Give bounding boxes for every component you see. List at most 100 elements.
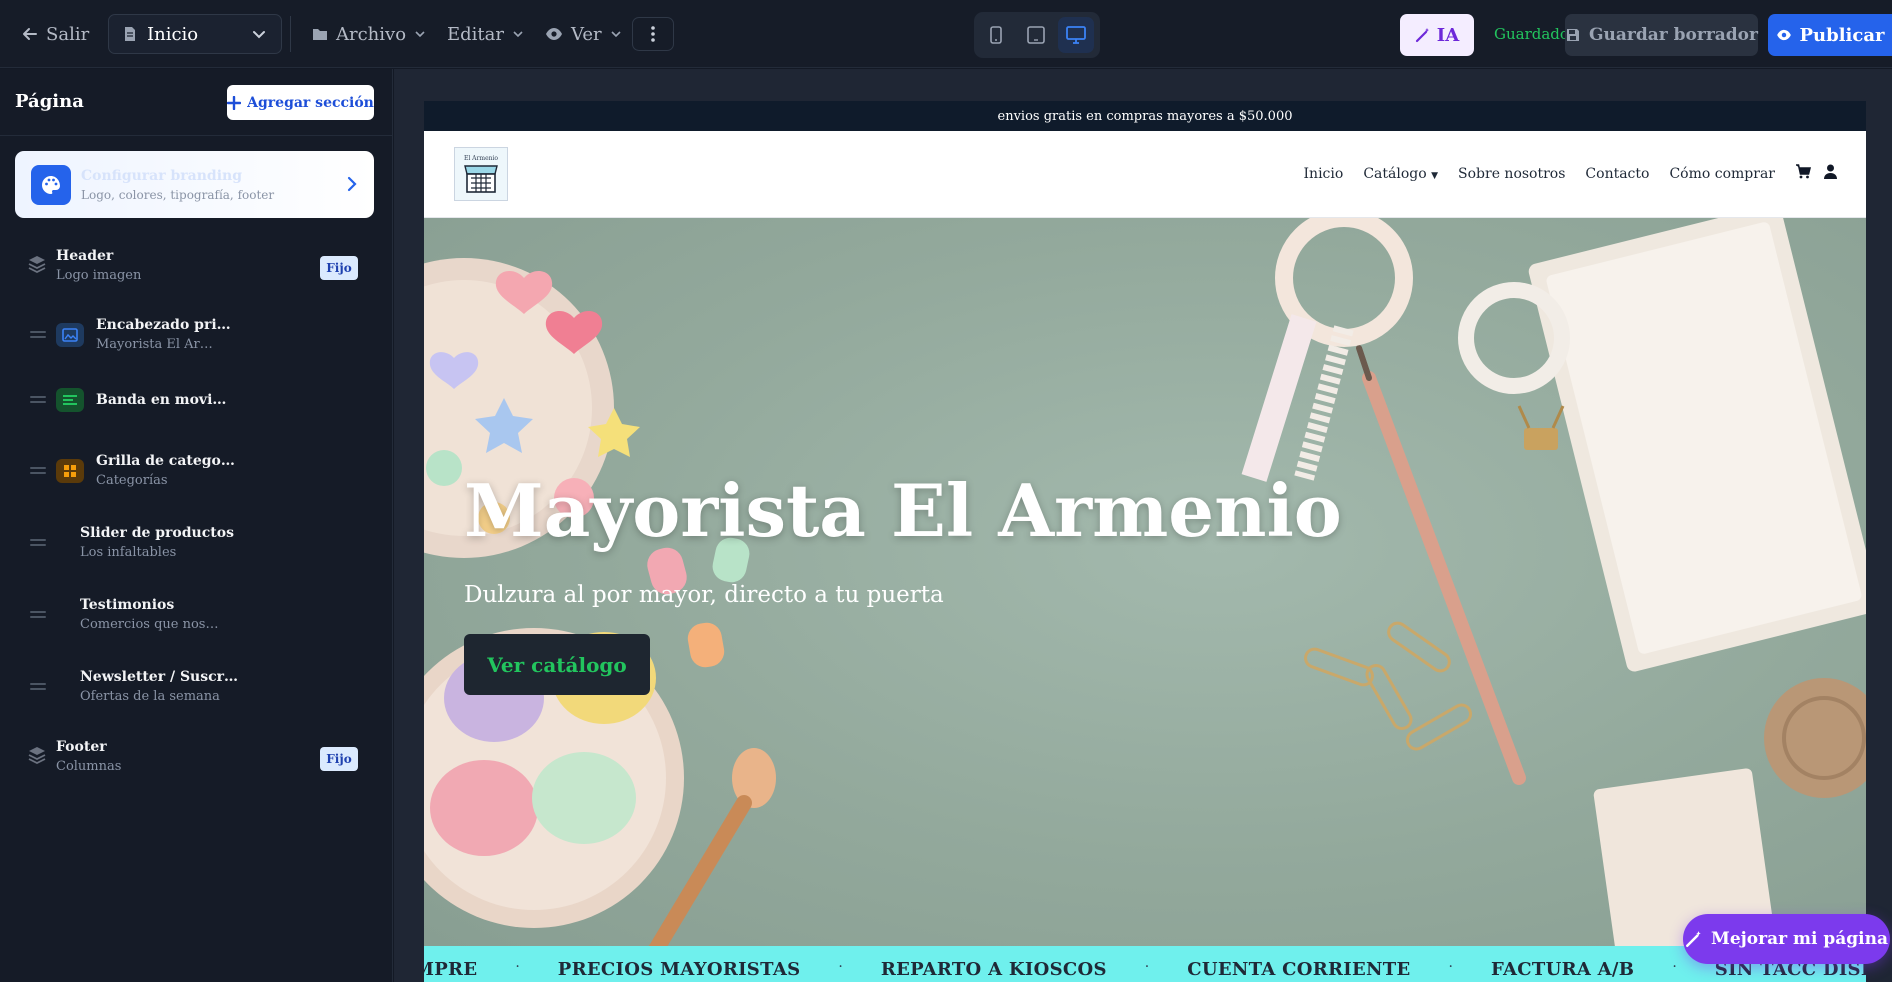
marquee-band: MPRE · PRECIOS MAYORISTAS · REPARTO A KI… bbox=[424, 946, 1866, 982]
hero-title: Mayorista El Armenio bbox=[464, 468, 1342, 553]
desktop-icon bbox=[1066, 26, 1086, 44]
marquee-track: MPRE · PRECIOS MAYORISTAS · REPARTO A KI… bbox=[424, 959, 1866, 982]
tablet-icon bbox=[1027, 26, 1045, 44]
file-icon bbox=[125, 27, 135, 41]
section-title: Grilla de catego… bbox=[96, 453, 235, 469]
user-icon[interactable] bbox=[1823, 164, 1838, 183]
add-section-button[interactable]: Agregar sección bbox=[227, 85, 374, 120]
menu-ver-label: Ver bbox=[571, 23, 602, 45]
save-draft-button[interactable]: Guardar borrador bbox=[1565, 14, 1758, 56]
device-tablet-button[interactable] bbox=[1018, 17, 1054, 53]
preview-canvas: envios gratis en compras mayores a $50.0… bbox=[394, 69, 1892, 982]
marquee-separator: · bbox=[1448, 959, 1453, 975]
more-vertical-icon bbox=[651, 26, 655, 42]
chevron-right-icon bbox=[347, 176, 357, 192]
mobile-icon bbox=[990, 26, 1002, 44]
page-select-value: Inicio bbox=[147, 23, 199, 45]
nav-catalogo-label: Catálogo bbox=[1363, 165, 1427, 182]
chevron-down-icon bbox=[513, 31, 523, 38]
section-subtitle: Comercios que nos… bbox=[80, 617, 219, 632]
marquee-separator: · bbox=[838, 959, 843, 975]
marquee-item: FACTURA A/B bbox=[1490, 959, 1635, 980]
cart-icon[interactable] bbox=[1795, 164, 1812, 183]
section-title: Testimonios bbox=[80, 597, 175, 613]
menu-ver[interactable]: Ver bbox=[545, 14, 622, 54]
marquee-separator: · bbox=[515, 959, 520, 975]
section-footer[interactable]: Footer Columnas Fijo bbox=[0, 727, 393, 787]
nav-como-comprar[interactable]: Cómo comprar bbox=[1669, 166, 1775, 182]
toolbar-divider bbox=[290, 16, 291, 52]
exit-button[interactable]: Salir bbox=[22, 14, 89, 54]
chevron-down-icon bbox=[253, 31, 265, 39]
layers-icon bbox=[28, 747, 46, 765]
branding-subtitle: Logo, colores, tipografía, footer bbox=[81, 187, 275, 202]
site-preview: envios gratis en compras mayores a $50.0… bbox=[424, 101, 1866, 982]
device-mobile-button[interactable] bbox=[978, 17, 1014, 53]
marquee-item: REPARTO A KIOSCOS bbox=[880, 959, 1107, 980]
nav-catalogo[interactable]: Catálogo ▼ bbox=[1363, 166, 1438, 182]
save-icon bbox=[1567, 29, 1580, 41]
menu-editar[interactable]: Editar bbox=[447, 14, 524, 54]
page-select[interactable]: Inicio bbox=[108, 14, 282, 54]
menu-archivo[interactable]: Archivo bbox=[312, 14, 426, 54]
section-header[interactable]: Header Logo imagen Fijo bbox=[0, 236, 393, 296]
arrow-left-icon bbox=[23, 28, 37, 40]
marquee-separator: · bbox=[1144, 959, 1150, 975]
device-desktop-button[interactable] bbox=[1058, 17, 1094, 53]
eye-icon bbox=[546, 28, 562, 40]
section-product-slider[interactable]: Slider de productos Los infaltables bbox=[0, 513, 393, 573]
site-header: El Armenio Inicio Catálogo ▼ Sobre nosot… bbox=[424, 131, 1866, 218]
section-title: Footer bbox=[56, 739, 107, 755]
nav-sobre-nosotros[interactable]: Sobre nosotros bbox=[1458, 166, 1565, 182]
magic-wand-icon bbox=[1415, 28, 1429, 43]
fixed-badge: Fijo bbox=[320, 747, 358, 771]
magic-wand-icon bbox=[1686, 931, 1701, 947]
section-title: Slider de productos bbox=[80, 525, 234, 541]
publish-button[interactable]: Publicar bbox=[1768, 14, 1892, 56]
sections-sidebar: Página Agregar sección Configurar brandi… bbox=[0, 69, 393, 982]
layers-icon bbox=[28, 256, 46, 274]
section-title: Header bbox=[56, 248, 114, 264]
hero-banner: Mayorista El Armenio Dulzura al por mayo… bbox=[424, 218, 1866, 946]
publish-label: Publicar bbox=[1799, 24, 1885, 46]
site-logo[interactable]: El Armenio bbox=[454, 147, 508, 201]
branding-title: Configurar branding bbox=[81, 167, 242, 184]
drag-handle-icon[interactable] bbox=[30, 467, 46, 477]
section-title: Banda en movi… bbox=[96, 392, 227, 408]
nav-contacto[interactable]: Contacto bbox=[1585, 166, 1649, 182]
chevron-down-icon bbox=[415, 31, 425, 38]
chevron-down-icon bbox=[611, 31, 621, 38]
section-subtitle: Mayorista El Ar… bbox=[96, 337, 213, 352]
branding-card[interactable]: Configurar branding Logo, colores, tipog… bbox=[15, 151, 374, 218]
fixed-badge: Fijo bbox=[320, 256, 358, 280]
folder-icon bbox=[313, 29, 327, 40]
section-category-grid[interactable]: Grilla de catego… Categorías bbox=[0, 441, 393, 501]
menu-editar-label: Editar bbox=[447, 23, 504, 45]
drag-handle-icon[interactable] bbox=[30, 539, 46, 549]
section-newsletter[interactable]: Newsletter / Suscr… Ofertas de la semana bbox=[0, 657, 393, 717]
palette-icon bbox=[31, 164, 71, 205]
ia-button[interactable]: IA bbox=[1400, 14, 1474, 56]
nav-inicio[interactable]: Inicio bbox=[1304, 166, 1344, 182]
more-options-button[interactable] bbox=[632, 17, 674, 51]
shop-icon bbox=[464, 164, 498, 193]
section-subtitle: Ofertas de la semana bbox=[80, 689, 220, 704]
drag-handle-icon[interactable] bbox=[30, 396, 46, 406]
ia-label: IA bbox=[1436, 24, 1460, 46]
site-nav: Inicio Catálogo ▼ Sobre nosotros Contact… bbox=[1304, 164, 1838, 183]
hero-cta-button[interactable]: Ver catálogo bbox=[464, 634, 650, 695]
image-icon bbox=[56, 323, 84, 347]
drag-handle-icon[interactable] bbox=[30, 611, 46, 621]
improve-page-button[interactable]: Mejorar mi página bbox=[1683, 914, 1890, 964]
grid-icon bbox=[56, 459, 84, 483]
marquee-item: PRECIOS MAYORISTAS bbox=[557, 959, 801, 980]
hero-subtitle: Dulzura al por mayor, directo a tu puert… bbox=[464, 582, 944, 608]
section-title: Newsletter / Suscr… bbox=[80, 669, 239, 685]
section-hero[interactable]: Encabezado pri… Mayorista El Ar… bbox=[0, 305, 393, 365]
drag-handle-icon[interactable] bbox=[30, 331, 46, 341]
drag-handle-icon[interactable] bbox=[30, 683, 46, 693]
section-marquee[interactable]: Banda en movi… bbox=[0, 370, 393, 430]
plus-icon bbox=[227, 95, 242, 110]
lines-icon bbox=[56, 388, 84, 412]
section-testimonials[interactable]: Testimonios Comercios que nos… bbox=[0, 585, 393, 645]
